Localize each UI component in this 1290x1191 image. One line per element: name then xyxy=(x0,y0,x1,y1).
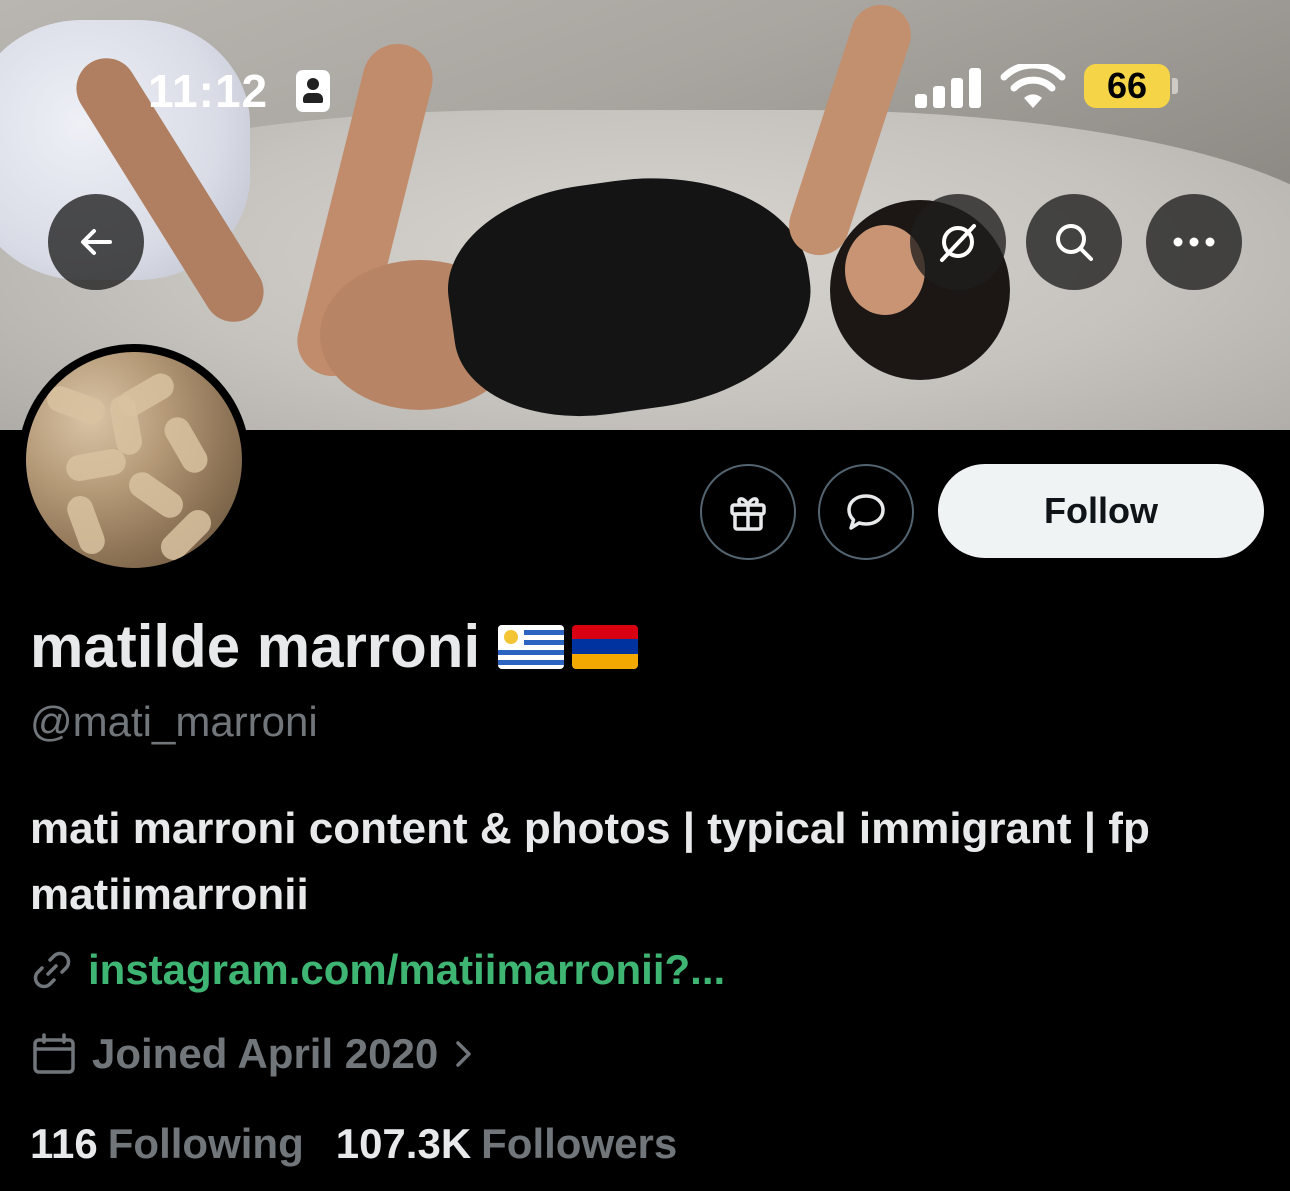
followers-count: 107.3K xyxy=(335,1120,472,1167)
more-horizontal-icon xyxy=(1173,237,1215,247)
followers-stat[interactable]: 107.3K Followers xyxy=(336,1120,677,1168)
back-button[interactable] xyxy=(48,194,144,290)
slashed-circle-icon xyxy=(940,224,976,262)
status-bar: 11:12 66 xyxy=(0,0,1290,180)
wifi-icon xyxy=(1000,64,1066,108)
gift-button[interactable] xyxy=(700,464,796,560)
message-button[interactable] xyxy=(818,464,914,560)
follow-button[interactable]: Follow xyxy=(938,464,1264,558)
grok-button[interactable] xyxy=(910,194,1006,290)
uruguay-flag-icon xyxy=(498,624,565,669)
joined-date: Joined April 2020 xyxy=(92,1030,439,1077)
gift-icon xyxy=(730,497,766,531)
followers-label: Followers xyxy=(481,1120,678,1167)
contact-badge-icon xyxy=(296,70,330,112)
battery-indicator: 66 xyxy=(1084,64,1170,108)
following-stat[interactable]: 116 Following xyxy=(30,1120,304,1168)
flag-emojis xyxy=(498,624,639,669)
armenia-flag-icon xyxy=(572,624,639,669)
following-count: 116 xyxy=(30,1120,98,1167)
following-label: Following xyxy=(107,1120,304,1167)
avatar[interactable] xyxy=(18,344,250,576)
username-handle: @mati_marroni xyxy=(30,698,318,745)
search-icon xyxy=(1056,224,1093,261)
display-name: matilde marroni xyxy=(30,613,481,680)
arrow-left-icon xyxy=(81,229,112,255)
avatar-image xyxy=(26,352,242,568)
chevron-right-icon xyxy=(456,1041,471,1067)
calendar-icon xyxy=(33,1033,75,1074)
website-row[interactable]: instagram.com/matiimarronii?... xyxy=(30,946,725,994)
more-options-button[interactable] xyxy=(1146,194,1242,290)
cellular-signal-icon xyxy=(915,68,981,108)
profile-bio: mati marroni content & photos | typical … xyxy=(30,804,1150,919)
follow-stats: 116 Following 107.3K Followers xyxy=(30,1120,677,1168)
status-time: 11:12 xyxy=(148,65,269,117)
link-icon xyxy=(33,951,71,989)
display-name-row: matilde marroni xyxy=(30,612,639,681)
joined-row[interactable]: Joined April 2020 xyxy=(30,1030,476,1078)
website-link[interactable]: instagram.com/matiimarronii?... xyxy=(88,946,725,994)
battery-tip xyxy=(1172,78,1178,94)
search-button[interactable] xyxy=(1026,194,1122,290)
message-bubble-icon xyxy=(847,494,885,530)
